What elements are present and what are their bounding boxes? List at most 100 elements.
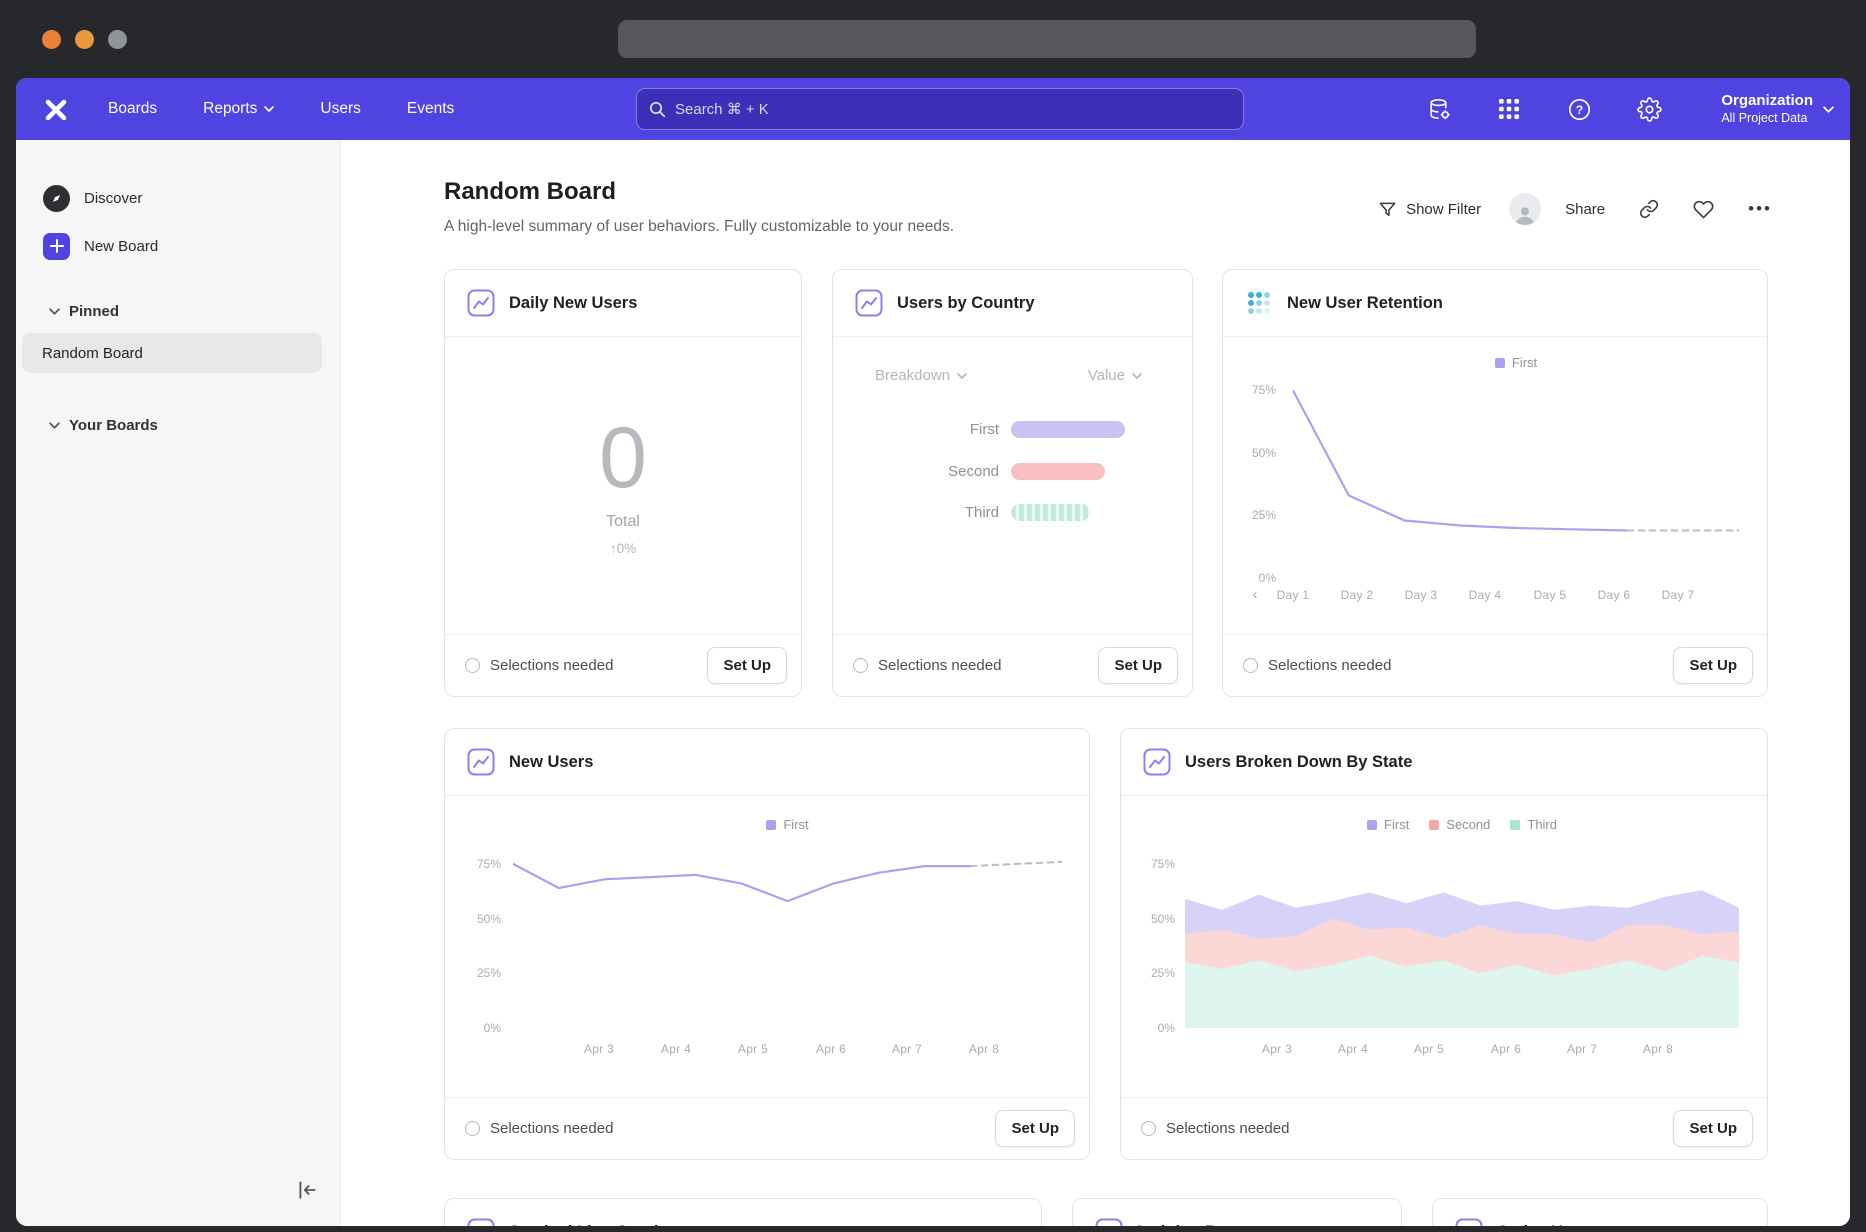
nav-item-reports[interactable]: Reports — [203, 100, 274, 118]
card-header: Users Broken Down By State — [1121, 729, 1767, 796]
status-label: Selections needed — [490, 1120, 613, 1137]
discover-compass-icon — [43, 185, 70, 212]
filter-funnel-icon[interactable] — [1378, 200, 1397, 219]
legend-swatch — [1510, 820, 1520, 830]
minimize-window-button[interactable] — [75, 30, 94, 49]
show-filter-button[interactable]: Show Filter — [1406, 201, 1481, 218]
apps-grid-icon[interactable] — [1496, 96, 1522, 122]
bar — [1011, 504, 1090, 521]
legend-swatch — [1495, 358, 1505, 368]
x-axis-tick: Day 4 — [1453, 588, 1517, 602]
x-axis-tick: Apr 7 — [1550, 1042, 1614, 1056]
card-users-by-country: Users by Country Breakdown Value First S… — [832, 269, 1193, 697]
y-axis-tick: 50% — [1121, 912, 1175, 926]
row-label: Third — [833, 504, 999, 521]
x-axis-tick: Apr 5 — [1397, 1042, 1461, 1056]
more-options-button[interactable]: ••• — [1748, 199, 1772, 219]
dropdown-label: Value — [1088, 367, 1125, 384]
row-label: Second — [833, 463, 999, 480]
search-icon — [649, 101, 666, 118]
chevron-down-icon — [1823, 106, 1834, 113]
x-axis-tick: Apr 7 — [875, 1042, 939, 1056]
x-axis-tick: Apr 5 — [721, 1042, 785, 1056]
line-chart-icon — [467, 1218, 495, 1226]
card-header: Users by Country — [833, 270, 1192, 337]
card-header: Stacked Line Graph — [445, 1199, 1041, 1226]
svg-text:?: ? — [1575, 102, 1582, 116]
legend-label: First — [1512, 355, 1537, 370]
maximize-window-button[interactable] — [108, 30, 127, 49]
y-axis-tick: 75% — [1121, 857, 1175, 871]
card-title: Daily New Users — [509, 294, 637, 313]
avatar[interactable] — [1509, 193, 1541, 225]
sidebar-section-your-boards[interactable]: Your Boards — [49, 414, 158, 436]
copy-link-icon[interactable] — [1639, 199, 1659, 219]
help-icon[interactable]: ? — [1566, 96, 1592, 122]
card-title: Stacked Line Graph — [509, 1223, 664, 1227]
set-up-button[interactable]: Set Up — [995, 1110, 1075, 1147]
legend-label: First — [1384, 817, 1409, 832]
card-new-users: New Users First 75% 50% 25% 0% Apr 3 Apr… — [444, 728, 1090, 1160]
line-chart-icon — [467, 748, 495, 776]
status-text: Selections needed — [465, 1120, 613, 1137]
sidebar-item-random-board[interactable]: Random Board — [22, 333, 322, 373]
legend-item: First — [766, 817, 808, 832]
sidebar-item-discover[interactable]: Discover — [43, 184, 142, 212]
chart-legend: First — [513, 817, 1062, 832]
sidebar-item-label: Discover — [84, 190, 142, 207]
row-label: First — [833, 421, 999, 438]
bar — [1011, 463, 1105, 480]
card-new-user-retention: New User Retention First 75% 50% 25% 0% … — [1222, 269, 1768, 697]
org-switcher[interactable]: Organization All Project Data — [1721, 78, 1834, 140]
value-dropdown[interactable]: Value — [1088, 367, 1142, 384]
x-axis-tick: Day 5 — [1518, 588, 1582, 602]
card-title: Insights Report — [1137, 1223, 1258, 1227]
metric-body: 0 Total ↑0% — [445, 337, 801, 634]
y-axis-tick: 0% — [445, 1021, 501, 1035]
legend-label: First — [783, 817, 808, 832]
line-chart-icon — [1455, 1218, 1483, 1226]
sidebar-section-label: Your Boards — [69, 417, 158, 434]
set-up-button[interactable]: Set Up — [707, 647, 787, 684]
set-up-button[interactable]: Set Up — [1673, 647, 1753, 684]
y-axis-tick: 50% — [1223, 446, 1276, 460]
nav-item-users[interactable]: Users — [320, 100, 360, 118]
sidebar-section-label: Pinned — [69, 303, 119, 320]
settings-gear-icon[interactable] — [1636, 96, 1662, 122]
set-up-button[interactable]: Set Up — [1098, 647, 1178, 684]
chevron-down-icon — [49, 308, 60, 315]
collapse-sidebar-icon[interactable] — [296, 1181, 318, 1204]
set-up-button[interactable]: Set Up — [1673, 1110, 1753, 1147]
selection-radio-icon — [1243, 658, 1258, 673]
y-axis-tick: 25% — [445, 966, 501, 980]
state-stacked-area-chart — [1185, 853, 1739, 1028]
x-axis-tick: Apr 4 — [1321, 1042, 1385, 1056]
share-button[interactable]: Share — [1565, 201, 1605, 218]
card-footer: Selections needed Set Up — [445, 1097, 1089, 1159]
y-axis-tick: 25% — [1223, 508, 1276, 522]
status-label: Selections needed — [878, 657, 1001, 674]
close-window-button[interactable] — [42, 30, 61, 49]
card-footer: Selections needed Set Up — [1223, 634, 1767, 696]
breakdown-dropdown[interactable]: Breakdown — [875, 367, 967, 384]
search-input[interactable] — [675, 101, 1231, 118]
sidebar-item-new-board[interactable]: New Board — [43, 232, 158, 260]
x-axis-tick: Apr 8 — [1626, 1042, 1690, 1056]
x-axis-tick: Day 1 — [1261, 588, 1325, 602]
nav-item-events[interactable]: Events — [407, 100, 454, 118]
data-management-icon[interactable] — [1426, 96, 1452, 122]
browser-url-bar[interactable] — [618, 20, 1476, 58]
mixpanel-logo-icon[interactable] — [42, 95, 70, 123]
new-users-line-chart — [513, 853, 1062, 1028]
board-toolbar: Show Filter Share ••• — [1378, 192, 1772, 226]
card-header: New Users — [445, 729, 1089, 796]
nav-item-boards[interactable]: Boards — [108, 100, 157, 118]
legend-label: Third — [1527, 817, 1557, 832]
legend-item: Second — [1429, 817, 1490, 832]
sidebar-section-pinned[interactable]: Pinned — [49, 300, 119, 322]
favorite-heart-icon[interactable] — [1693, 199, 1714, 220]
chevron-down-icon — [264, 106, 274, 112]
selection-radio-icon — [1141, 1121, 1156, 1136]
status-text: Selections needed — [1141, 1120, 1289, 1137]
card-footer: Selections needed Set Up — [445, 634, 801, 696]
